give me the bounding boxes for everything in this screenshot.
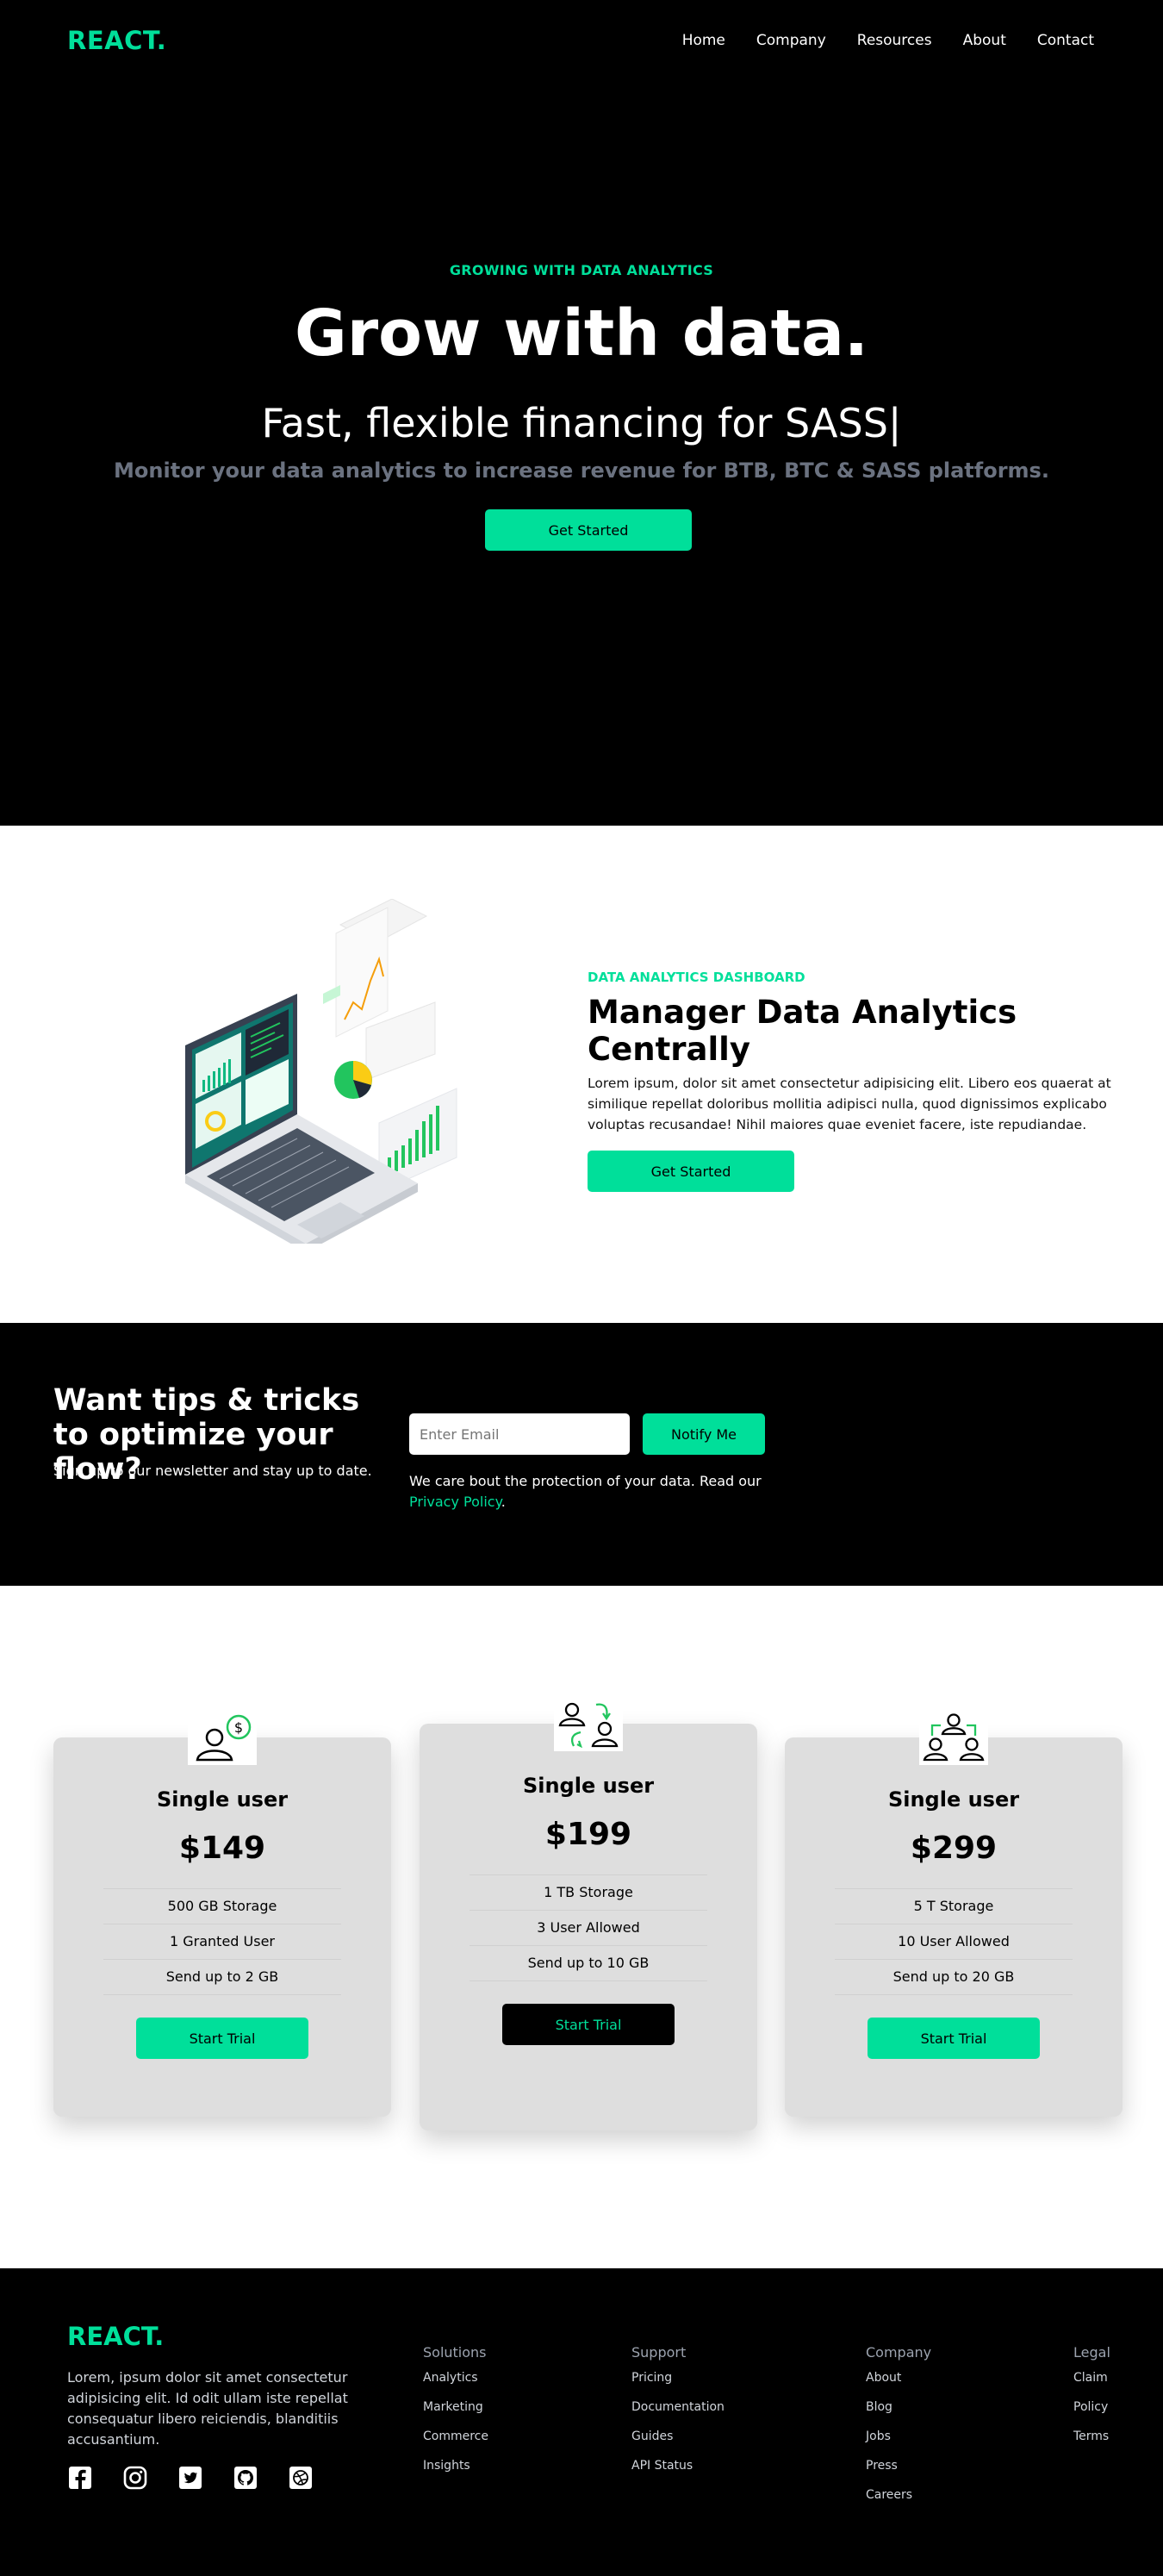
site-footer: REACT. Lorem, ipsum dolor sit amet conse… — [0, 2268, 1163, 2576]
twitter-icon[interactable] — [177, 2465, 203, 2491]
pricing-card-pro: Single user $199 1 TB Storage 3 User All… — [420, 1696, 757, 2130]
newsletter-section: Want tips & tricks to optimize your flow… — [0, 1323, 1163, 1586]
plan-features: 1 TB Storage 3 User Allowed Send up to 1… — [470, 1874, 707, 1981]
pricing-section: $ Single user $149 500 GB Storage 1 Gran… — [0, 1586, 1163, 2268]
plan-feature: Send up to 10 GB — [470, 1946, 707, 1981]
plan-feature: 3 User Allowed — [470, 1911, 707, 1946]
footer-column-support: Support Pricing Documentation Guides API… — [631, 2344, 725, 2488]
hero-eyebrow: GROWING WITH DATA ANALYTICS — [449, 262, 714, 278]
privacy-note: We care bout the protection of your data… — [409, 1471, 788, 1513]
facebook-icon[interactable] — [67, 2465, 93, 2491]
footer-column-title: Legal — [1073, 2344, 1110, 2361]
plan-feature: 1 TB Storage — [470, 1874, 707, 1911]
dribbble-icon[interactable] — [288, 2465, 314, 2491]
footer-link[interactable]: About — [866, 2371, 931, 2385]
analytics-eyebrow: DATA ANALYTICS DASHBOARD — [588, 970, 805, 985]
footer-link[interactable]: API Status — [631, 2459, 725, 2473]
plan-name: Single user — [887, 1787, 1020, 1812]
footer-description: Lorem, ipsum dolor sit amet consectetur … — [67, 2369, 348, 2448]
two-users-exchange-icon — [554, 1696, 623, 1751]
plan-price: $199 — [544, 1817, 632, 1852]
hero-subtitle: Fast, flexible financing for SASS| — [0, 400, 1163, 446]
footer-link[interactable]: Pricing — [631, 2371, 725, 2385]
newsletter-subtitle: Sign up to our newsletter and stay up to… — [53, 1463, 372, 1479]
top-nav: REACT. Home Company Resources About Cont… — [0, 0, 1163, 81]
pricing-card-basic: $ Single user $149 500 GB Storage 1 Gran… — [53, 1710, 391, 2117]
plan-feature: Send up to 2 GB — [103, 1960, 341, 1995]
nav-link-contact[interactable]: Contact — [1022, 32, 1094, 49]
footer-column-legal: Legal Claim Policy Terms — [1073, 2344, 1110, 2459]
plan-features: 500 GB Storage 1 Granted User Send up to… — [103, 1888, 341, 1995]
footer-link[interactable]: Guides — [631, 2429, 725, 2443]
hero-section: GROWING WITH DATA ANALYTICS Grow with da… — [0, 81, 1163, 826]
nav-link-resources[interactable]: Resources — [842, 32, 948, 49]
social-links — [67, 2465, 314, 2491]
nav-link-company[interactable]: Company — [741, 32, 842, 49]
plan-name: Single user — [156, 1787, 289, 1812]
footer-column-title: Support — [631, 2344, 687, 2361]
analytics-section: DATA ANALYTICS DASHBOARD Manager Data An… — [0, 826, 1163, 1323]
plan-features: 5 T Storage 10 User Allowed Send up to 2… — [835, 1888, 1073, 1995]
footer-link[interactable]: Jobs — [866, 2429, 931, 2443]
nav-link-home[interactable]: Home — [667, 32, 741, 49]
hero-get-started-button[interactable]: Get Started — [485, 509, 692, 551]
plan-feature: 1 Granted User — [103, 1924, 341, 1960]
footer-link[interactable]: Documentation — [631, 2400, 725, 2414]
footer-link[interactable]: Analytics — [423, 2371, 488, 2385]
single-user-dollar-icon: $ — [188, 1710, 257, 1765]
pricing-card-team: Single user $299 5 T Storage 10 User All… — [785, 1710, 1123, 2117]
footer-link[interactable]: Commerce — [423, 2429, 488, 2443]
brand-logo[interactable]: REACT. — [67, 26, 166, 55]
footer-link[interactable]: Terms — [1073, 2429, 1110, 2443]
footer-link[interactable]: Insights — [423, 2459, 488, 2473]
analytics-get-started-button[interactable]: Get Started — [588, 1151, 794, 1192]
hero-title: Grow with data. — [294, 296, 869, 371]
plan-name: Single user — [522, 1774, 655, 1798]
email-input[interactable] — [409, 1413, 630, 1455]
plan-feature: Send up to 20 GB — [835, 1960, 1073, 1995]
footer-column-title: Company — [866, 2344, 932, 2361]
plan-feature: 500 GB Storage — [103, 1888, 341, 1924]
instagram-icon[interactable] — [122, 2465, 148, 2491]
privacy-policy-link[interactable]: Privacy Policy — [409, 1494, 501, 1510]
user-team-icon — [919, 1710, 988, 1765]
footer-link[interactable]: Claim — [1073, 2371, 1110, 2385]
start-trial-button[interactable]: Start Trial — [502, 2004, 675, 2045]
footer-link[interactable]: Marketing — [423, 2400, 488, 2414]
analytics-text-block: DATA ANALYTICS DASHBOARD Manager Data An… — [588, 970, 1122, 1192]
plan-feature: 10 User Allowed — [835, 1924, 1073, 1960]
footer-column-company: Company About Blog Jobs Press Careers — [866, 2344, 931, 2517]
footer-link[interactable]: Press — [866, 2459, 931, 2473]
footer-link[interactable]: Policy — [1073, 2400, 1110, 2414]
plan-price: $149 — [178, 1831, 266, 1866]
footer-link[interactable]: Careers — [866, 2488, 931, 2502]
footer-column-solutions: Solutions Analytics Marketing Commerce I… — [423, 2344, 488, 2488]
github-icon[interactable] — [233, 2465, 258, 2491]
plan-feature: 5 T Storage — [835, 1888, 1073, 1924]
nav-links: Home Company Resources About Contact — [667, 32, 1094, 49]
start-trial-button[interactable]: Start Trial — [136, 2018, 308, 2059]
typing-cursor: | — [887, 400, 902, 446]
footer-link[interactable]: Blog — [866, 2400, 931, 2414]
footer-column-title: Solutions — [423, 2344, 487, 2361]
svg-text:$: $ — [234, 1719, 243, 1736]
footer-logo[interactable]: REACT. — [67, 2322, 164, 2351]
notify-me-button[interactable]: Notify Me — [643, 1413, 765, 1455]
nav-link-about[interactable]: About — [948, 32, 1022, 49]
start-trial-button[interactable]: Start Trial — [868, 2018, 1040, 2059]
analytics-title: Manager Data Analytics Centrally — [588, 994, 1017, 1068]
privacy-note-end: . — [501, 1494, 506, 1510]
analytics-body: Lorem ipsum, dolor sit amet consectetur … — [588, 1076, 1111, 1132]
hero-description: Monitor your data analytics to increase … — [114, 458, 1049, 483]
plan-price: $299 — [910, 1831, 998, 1866]
laptop-analytics-illustration — [185, 899, 457, 1244]
privacy-note-text: We care bout the protection of your data… — [409, 1473, 762, 1489]
hero-subtitle-text: Fast, flexible financing for SASS — [261, 400, 888, 446]
